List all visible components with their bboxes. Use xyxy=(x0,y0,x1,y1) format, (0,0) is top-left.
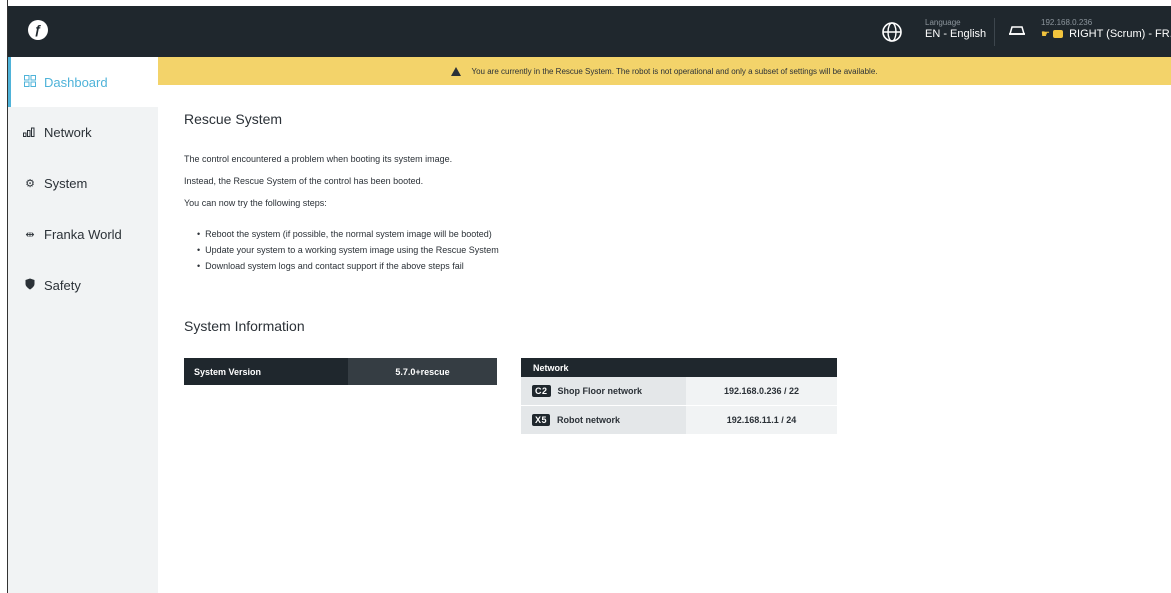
sidebar-item-label: Dashboard xyxy=(44,74,108,90)
sidebar: Dashboard Network ⚙ System ⇹ Franka Worl… xyxy=(8,57,158,593)
system-version-value: 5.7.0+rescue xyxy=(348,358,497,385)
dashboard-icon xyxy=(23,74,37,90)
list-item: Update your system to a working system i… xyxy=(197,242,499,258)
sidebar-item-label: Safety xyxy=(44,277,81,293)
robot-name: RIGHT (Scrum) - FR... xyxy=(1069,28,1171,40)
sidebar-item-dashboard[interactable]: Dashboard xyxy=(8,57,158,107)
network-table: Network C2 Shop Floor network 192.168.0.… xyxy=(521,358,837,435)
header-divider xyxy=(994,18,995,46)
robot-ip: 192.168.0.236 xyxy=(1041,18,1093,27)
network-row-value: 192.168.11.1 / 24 xyxy=(686,406,837,434)
network-bars-icon xyxy=(23,125,37,140)
globe-icon[interactable] xyxy=(881,21,903,43)
port-x5-icon: X5 xyxy=(532,414,551,426)
network-row-label: Robot network xyxy=(557,415,621,425)
banner-text: You are currently in the Rescue System. … xyxy=(471,66,878,76)
table-row: C2 Shop Floor network 192.168.0.236 / 22 xyxy=(521,377,837,406)
port-c2-icon: C2 xyxy=(532,385,551,397)
sidebar-item-system[interactable]: ⚙ System xyxy=(8,158,158,208)
network-row-label: Shop Floor network xyxy=(557,386,643,396)
sidebar-item-label: Network xyxy=(44,124,92,140)
franka-world-icon: ⇹ xyxy=(25,228,35,241)
network-row-value: 192.168.0.236 / 22 xyxy=(686,377,837,405)
robot-face-icon xyxy=(1053,30,1064,38)
network-table-header: Network xyxy=(521,358,837,377)
warning-icon xyxy=(451,66,462,76)
rescue-warning-banner: You are currently in the Rescue System. … xyxy=(158,57,1171,85)
top-bar: ƒ Language EN - English 192.168.0.236 ☛ … xyxy=(8,6,1171,57)
gear-icon: ⚙ xyxy=(25,177,35,190)
list-item: Reboot the system (if possible, the norm… xyxy=(197,226,499,242)
robot-device-icon xyxy=(1009,26,1025,35)
sidebar-item-label: Franka World xyxy=(44,226,122,242)
rescue-paragraph-1: The control encountered a problem when b… xyxy=(184,154,453,164)
language-label: Language xyxy=(925,18,961,27)
system-version-table: System Version 5.7.0+rescue xyxy=(184,358,497,385)
sidebar-item-label: System xyxy=(44,175,88,191)
table-row: X5 Robot network 192.168.11.1 / 24 xyxy=(521,406,837,435)
sidebar-item-network[interactable]: Network xyxy=(8,107,158,157)
rescue-steps-list: Reboot the system (if possible, the norm… xyxy=(197,226,499,274)
rescue-system-title: Rescue System xyxy=(184,111,283,127)
system-information-title: System Information xyxy=(184,318,305,334)
language-selector[interactable]: Language EN - English xyxy=(925,19,986,40)
shield-icon xyxy=(23,278,37,293)
list-item: Download system logs and contact support… xyxy=(197,258,499,274)
sidebar-item-franka-world[interactable]: ⇹ Franka World xyxy=(8,209,158,259)
rescue-paragraph-3: You can now try the following steps: xyxy=(184,198,327,208)
language-value: EN - English xyxy=(925,28,987,40)
franka-logo-icon[interactable]: ƒ xyxy=(28,20,48,40)
sidebar-item-safety[interactable]: Safety xyxy=(8,260,158,310)
robot-selector[interactable]: 192.168.0.236 ☛ RIGHT (Scrum) - FR... xyxy=(1041,19,1171,40)
rescue-paragraph-2: Instead, the Rescue System of the contro… xyxy=(184,176,424,186)
pointing-hand-icon: ☛ xyxy=(1041,29,1050,40)
system-version-label: System Version xyxy=(184,358,348,385)
